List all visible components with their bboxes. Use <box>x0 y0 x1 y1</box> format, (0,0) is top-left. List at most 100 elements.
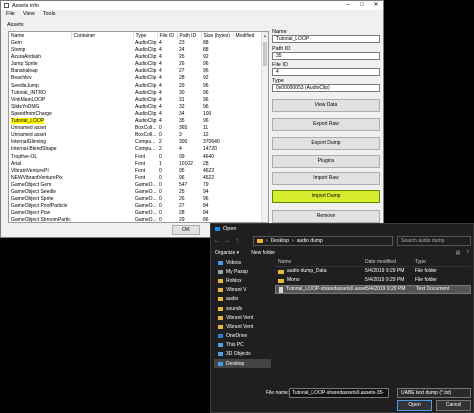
nav-item[interactable]: Vibrant V <box>214 286 271 295</box>
asset-list-scrollbar[interactable]: ▲ <box>261 32 268 222</box>
col-header-path-id[interactable]: Path ID <box>177 32 202 40</box>
file-type-select[interactable]: UABE text dump (*.txt) <box>397 387 471 398</box>
col-header-type[interactable]: Type <box>133 32 158 40</box>
col-header-file-id[interactable]: File ID <box>157 32 178 40</box>
col-header-name[interactable]: Name <box>9 32 72 40</box>
nav-item[interactable]: Vibrant Vent <box>214 313 271 322</box>
table-row[interactable]: GameObject Seedle GameO... 0 25 94 <box>9 189 262 196</box>
table-row[interactable]: Beachlev AudioClip 4 28 92 <box>9 75 262 82</box>
nav-item[interactable]: My Passp <box>214 267 271 276</box>
menu-file[interactable]: File <box>6 10 15 18</box>
table-row[interactable]: Gem AudioClip 4 23 88 <box>9 40 262 47</box>
file-col-type[interactable]: Type <box>415 258 467 266</box>
cell-size: 28 <box>201 161 233 168</box>
cell-size: 88 <box>201 47 233 54</box>
nav-item[interactable]: OneDrive <box>214 332 271 341</box>
close-icon[interactable]: ✕ <box>369 1 383 10</box>
table-row[interactable]: SeedleJump AudioClip 4 29 96 <box>9 83 262 90</box>
table-row[interactable]: Tutorial_LOOP AudioClip 4 35 96 <box>9 118 262 125</box>
table-row[interactable]: Jump Sprite AudioClip 4 26 96 <box>9 61 262 68</box>
table-row[interactable]: GameObject PoofParticle GameO... 0 27 84 <box>9 203 262 210</box>
import-dump-button[interactable]: Import Dump <box>272 190 380 203</box>
nav-item[interactable]: Vibrant Vent <box>214 322 271 331</box>
menu-view[interactable]: View <box>23 10 35 18</box>
table-row[interactable]: InternalGlinning Compu... 2 300 370640 <box>9 139 262 146</box>
col-header-size[interactable]: Size (bytes) <box>201 32 234 40</box>
table-row[interactable]: GameObject Pow GameO... 0 28 84 <box>9 210 262 217</box>
type-field[interactable]: 0x00000053 (AudioClip) <box>272 84 380 92</box>
address-bar[interactable]: › Desktop › audio dump <box>253 236 393 246</box>
table-row[interactable]: Tropfive-OL Font 0 99 4640 <box>9 154 262 161</box>
scrollbar-thumb[interactable] <box>263 42 267 66</box>
cancel-button[interactable]: Cancel <box>436 400 471 411</box>
cell-name: Tutorial_INTRO <box>9 90 71 97</box>
table-row[interactable]: SpeedfromCharge AudioClip 4 34 100 <box>9 111 262 118</box>
nav-item[interactable]: audio <box>214 295 271 304</box>
maximize-icon[interactable]: □ <box>355 1 369 10</box>
cell-type: AudioClip <box>133 111 157 118</box>
nav-item[interactable]: Desktop <box>214 359 271 369</box>
cell-name: Arial <box>9 161 71 168</box>
help-icon[interactable]: ? <box>466 249 469 257</box>
app-icon <box>4 3 9 8</box>
table-row[interactable]: Arial Font 1 10102 28 <box>9 161 262 168</box>
forward-arrow-icon[interactable]: → <box>224 238 230 244</box>
nav-item[interactable]: Roblox <box>214 276 271 285</box>
file-id-field[interactable]: 4 <box>272 68 380 76</box>
asset-list[interactable]: Name Container Type File ID Path ID Size… <box>8 31 269 223</box>
cell-text: Unnamed asset <box>11 125 47 132</box>
menu-tools[interactable]: Tools <box>43 10 56 18</box>
table-row[interactable]: GameObject Gem GameO... 0 547 79 <box>9 182 262 189</box>
path-id-field[interactable]: 35 <box>272 52 380 60</box>
nav-item[interactable]: sounds <box>214 304 271 313</box>
table-row[interactable]: VinkMainLOOP AudioClip 4 31 96 <box>9 97 262 104</box>
table-row[interactable]: Stomp AudioClip 4 24 88 <box>9 47 262 54</box>
view-options-icon[interactable]: ▤ <box>455 249 460 257</box>
table-row[interactable]: VibrantVenturePI Font 0 95 4622 <box>9 168 262 175</box>
search-input[interactable]: Search audio dump <box>397 236 471 246</box>
table-row[interactable]: GameObject Sprite GameO... 0 26 96 <box>9 196 262 203</box>
table-row[interactable]: NEWVibrantVenturePix Font 0 96 4622 <box>9 175 262 182</box>
breadcrumb-audio-dump[interactable]: audio dump <box>297 238 323 244</box>
file-col-date[interactable]: Date modified <box>365 258 415 266</box>
open-button[interactable]: Open <box>397 400 432 411</box>
file-list[interactable]: Name Date modified Type audio dump_Data 5… <box>275 258 471 386</box>
import-raw-button[interactable]: Import Raw <box>272 172 380 185</box>
organize-button[interactable]: Organize ▾ <box>215 249 239 257</box>
cell-name: SeedleJump <box>9 83 71 90</box>
table-row[interactable]: Internal-BlendShape Compu... 2 4 14720 <box>9 146 262 153</box>
remove-button[interactable]: Remove <box>272 210 380 223</box>
file-row[interactable]: Tutorial_LOOP-sharedassets0.assets-35-5/… <box>275 285 471 294</box>
name-field[interactable]: Tutorial_LOOP <box>272 35 380 43</box>
nav-item[interactable]: Videos <box>214 258 271 267</box>
export-raw-button[interactable]: Export Raw <box>272 118 380 131</box>
back-arrow-icon[interactable]: ← <box>214 238 220 244</box>
nav-item[interactable]: This PC <box>214 341 271 350</box>
col-header-container[interactable]: Container <box>71 32 134 40</box>
view-data-button[interactable]: View Data <box>272 99 380 112</box>
table-row[interactable]: Unnamed asset BoxColl... 0 3 12 <box>9 132 262 139</box>
ok-button[interactable]: OK <box>172 225 200 235</box>
scroll-up-icon[interactable]: ▲ <box>262 32 268 39</box>
table-row[interactable]: SlideYoDMG AudioClip 4 32 96 <box>9 104 262 111</box>
minimize-icon[interactable]: – <box>341 1 355 10</box>
plugins-button[interactable]: Plugins <box>272 155 380 168</box>
file-row[interactable]: Mono 5/4/2019 9:29 PM File folder <box>275 276 471 285</box>
file-row[interactable]: audio dump_Data 5/4/2019 9:29 PM File fold… <box>275 267 471 276</box>
table-row[interactable]: Tutorial_INTRO AudioClip 4 30 96 <box>9 90 262 97</box>
table-row[interactable]: Unnamed asset BoxColl... 0 365 11 <box>9 125 262 132</box>
table-row[interactable]: AzuraAirdash AudioClip 4 25 92 <box>9 54 262 61</box>
export-dump-button[interactable]: Export Dump <box>272 137 380 150</box>
nav-item[interactable]: 3D Objects <box>214 350 271 359</box>
up-arrow-icon[interactable]: ↑ <box>234 238 240 244</box>
cell-name: SlideYoDMG <box>9 104 71 111</box>
cell-text: GameO... <box>135 181 157 188</box>
col-header-modified[interactable]: Modified <box>233 32 263 40</box>
cell-text: Tutorial_INTRO <box>11 89 46 96</box>
file-name-input[interactable]: Tutorial_LOOP-sharedassets0.assets-35- <box>289 387 389 398</box>
table-row[interactable]: Bananaleap AudioClip 4 27 96 <box>9 68 262 75</box>
new-folder-button[interactable]: New folder <box>251 249 275 257</box>
file-col-name[interactable]: Name <box>275 258 365 266</box>
nav-item-label: Videos <box>226 259 242 266</box>
breadcrumb-desktop[interactable]: Desktop <box>271 238 289 244</box>
